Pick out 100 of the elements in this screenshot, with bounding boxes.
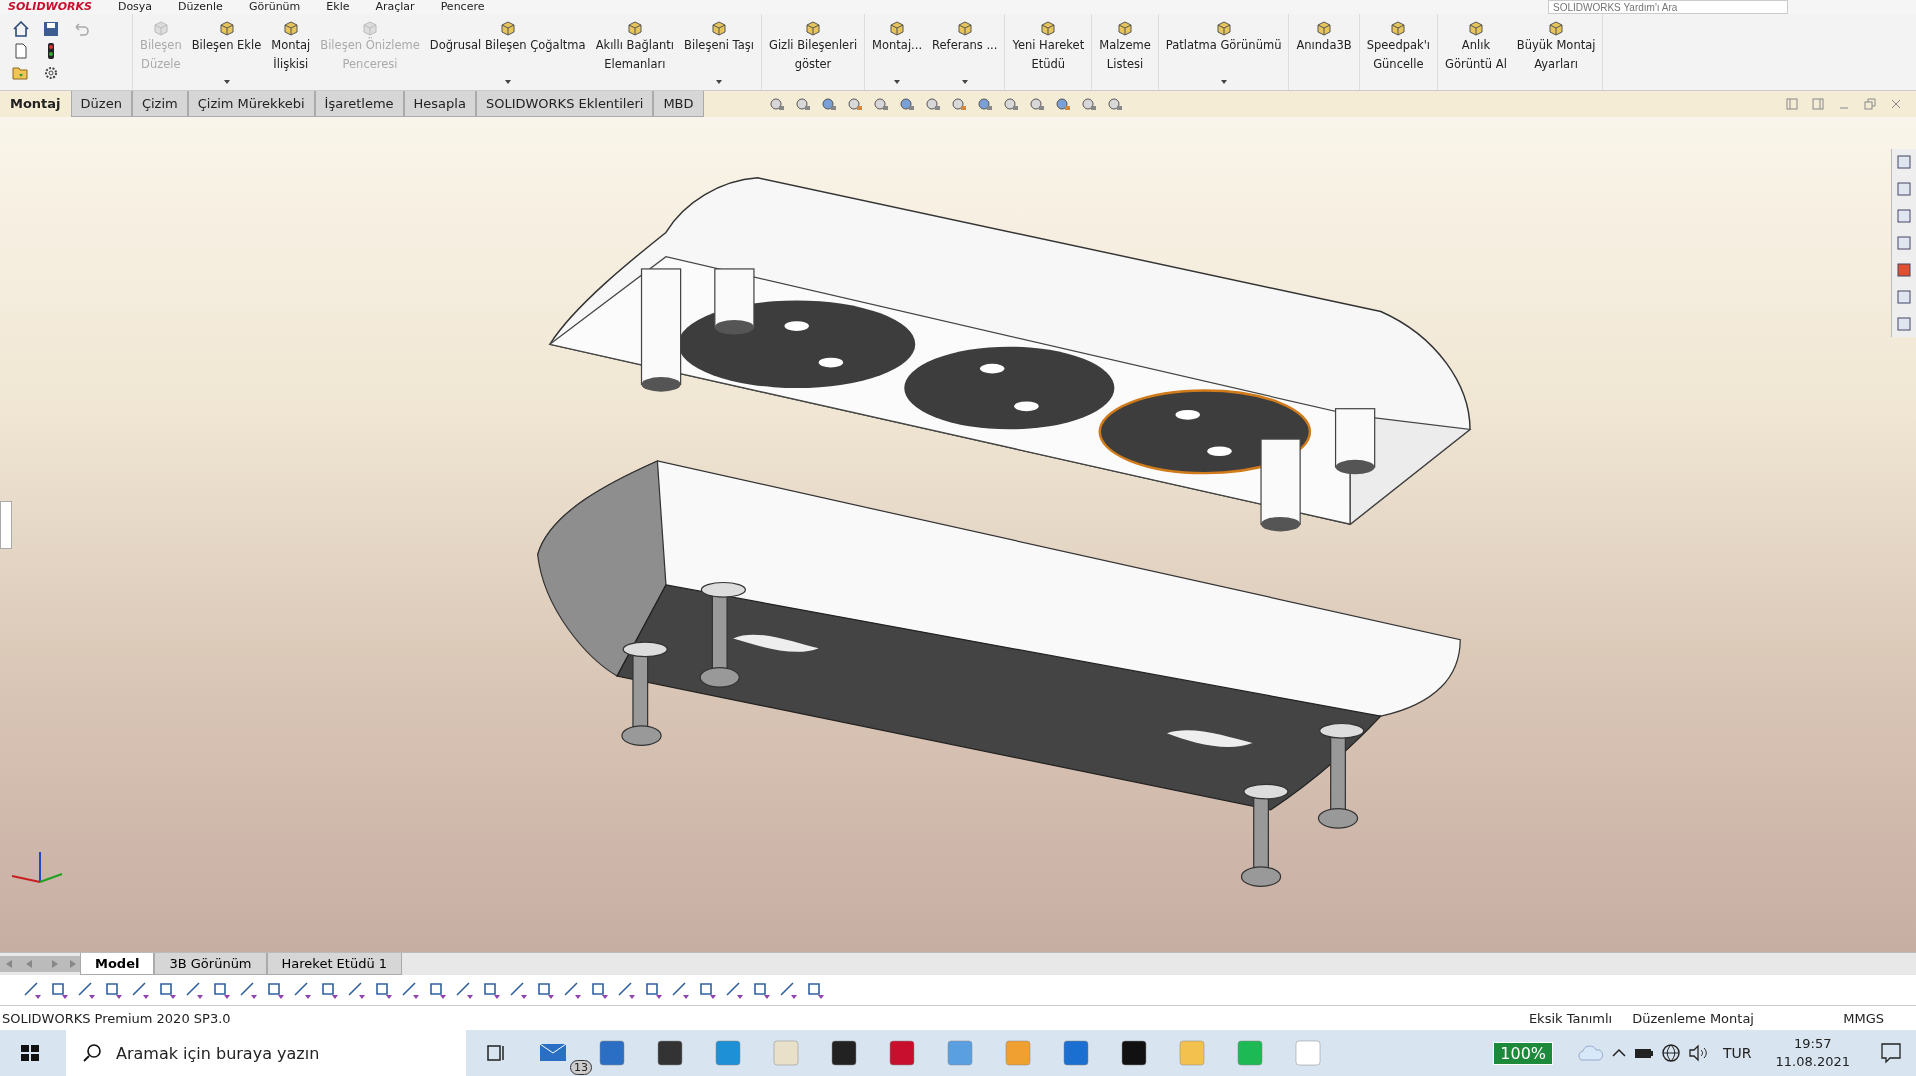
task-pane-icon[interactable] [1895, 315, 1913, 333]
command-tab[interactable]: SOLIDWORKS Eklentileri [475, 91, 654, 117]
view-tool-icon[interactable] [1027, 96, 1046, 112]
view-tool-icon[interactable] [1105, 96, 1124, 112]
task-pane-icon[interactable] [1895, 180, 1913, 198]
ribbon-button[interactable]: Doğrusal Bileşen Çoğaltma [424, 14, 591, 90]
ribbon-button[interactable]: Büyük Montaj Ayarları [1511, 14, 1601, 90]
view-tool-icon[interactable] [871, 96, 890, 112]
units-selector[interactable]: MMGS [1774, 1010, 1910, 1026]
toolbar-icon[interactable] [697, 980, 717, 1000]
toolbar-icon[interactable] [805, 980, 825, 1000]
task-pane-icon[interactable] [1895, 261, 1913, 279]
menu-item[interactable]: Düzenle [178, 0, 223, 14]
ribbon-button[interactable]: Yeni Hareket Etüdü [1007, 14, 1090, 90]
toolbar-icon[interactable] [643, 980, 663, 1000]
settings-icon[interactable] [42, 65, 60, 81]
task-pane-icon[interactable] [1895, 234, 1913, 252]
menu-item[interactable]: Ekle [326, 0, 350, 14]
menu-item[interactable]: Araçlar [375, 0, 415, 14]
taskbar-search-field[interactable]: Aramak için buraya yazın [66, 1030, 466, 1076]
command-tab[interactable]: Hesapla [403, 91, 476, 117]
view-tool-icon[interactable] [949, 96, 968, 112]
toolbar-icon[interactable] [346, 980, 366, 1000]
ribbon-button[interactable]: Malzeme Listesi [1094, 14, 1156, 90]
task-pane-icon[interactable] [1895, 153, 1913, 171]
task-pane-icon[interactable] [1895, 288, 1913, 306]
ribbon-button[interactable]: Bileşeni Taşı [679, 14, 759, 90]
toolbar-icon[interactable] [400, 980, 420, 1000]
view-tool-icon[interactable] [819, 96, 838, 112]
view-tool-icon[interactable] [1079, 96, 1098, 112]
command-tab[interactable]: MBD [653, 91, 704, 117]
toolbar-icon[interactable] [616, 980, 636, 1000]
command-tab[interactable]: Düzen [70, 91, 132, 117]
ribbon-button[interactable]: Montaj... [867, 14, 928, 90]
ribbon-button[interactable]: Bileşen Ekle [186, 14, 267, 90]
view-tool-icon[interactable] [793, 96, 812, 112]
save-icon[interactable] [42, 21, 60, 37]
view-tool-icon[interactable] [767, 96, 786, 112]
ribbon-button[interactable]: Montaj İlişkisi [266, 14, 316, 90]
toolbar-icon[interactable] [184, 980, 204, 1000]
toolbar-icon[interactable] [535, 980, 555, 1000]
clock-time[interactable]: 19:57 [1794, 1035, 1832, 1053]
toolbar-icon[interactable] [319, 980, 339, 1000]
toolbar-icon[interactable] [373, 980, 393, 1000]
model-tab[interactable]: Hareket Etüdü 1 [266, 953, 403, 975]
view-tool-icon[interactable] [845, 96, 864, 112]
toolbar-icon[interactable] [103, 980, 123, 1000]
toolbar-icon[interactable] [751, 980, 771, 1000]
menu-item[interactable]: Pencere [440, 0, 485, 14]
toolbar-icon[interactable] [562, 980, 582, 1000]
model-tab[interactable]: 3B Görünüm [154, 953, 267, 975]
toolbar-icon[interactable] [238, 980, 258, 1000]
toolbar-icon[interactable] [427, 980, 447, 1000]
menu-item[interactable]: Dosya [117, 0, 153, 14]
language-indicator[interactable]: TUR [1723, 1045, 1752, 1061]
app-icon[interactable] [1120, 1039, 1148, 1067]
toolbar-icon[interactable] [508, 980, 528, 1000]
toolbar-icon[interactable] [76, 980, 96, 1000]
toolbar-icon[interactable] [292, 980, 312, 1000]
toolbar-icon[interactable] [22, 980, 42, 1000]
close-icon[interactable] [1890, 98, 1902, 110]
menu-item[interactable]: Görünüm [248, 0, 301, 14]
speaker-icon[interactable] [1687, 1043, 1710, 1063]
toolbar-icon[interactable] [670, 980, 690, 1000]
ribbon-button[interactable]: Patlatma Görünümü [1160, 14, 1287, 90]
command-tab[interactable]: Çizim Mürekkebi [187, 91, 315, 117]
globe-icon[interactable] [1661, 1043, 1682, 1063]
view-tool-icon[interactable] [1001, 96, 1020, 112]
app-icon[interactable] [656, 1039, 684, 1067]
view-tool-icon[interactable] [1053, 96, 1072, 112]
search-input[interactable]: Aramak için buraya yazın [114, 1042, 448, 1064]
ribbon-button[interactable]: Referans ... [927, 14, 1003, 90]
ribbon-button[interactable]: Gizli Bileşenleri göster [764, 14, 863, 90]
model-tab[interactable]: Model [80, 953, 155, 975]
toolbar-icon[interactable] [157, 980, 177, 1000]
new-document-icon[interactable] [12, 43, 30, 59]
clock-date[interactable]: 11.08.2021 [1775, 1053, 1850, 1071]
toolbar-icon[interactable] [589, 980, 609, 1000]
app-icon[interactable] [830, 1039, 858, 1067]
toolbar-icon[interactable] [481, 980, 501, 1000]
view-tool-icon[interactable] [897, 96, 916, 112]
ribbon-button[interactable]: Akıllı Bağlantı Elemanları [590, 14, 680, 90]
toolbar-icon[interactable] [778, 980, 798, 1000]
ribbon-button[interactable]: Anında3B [1291, 14, 1357, 90]
ribbon-button[interactable]: Anlık Görüntü Al [1440, 14, 1512, 90]
task-pane-icon[interactable] [1895, 207, 1913, 225]
tile-left-icon[interactable] [1786, 98, 1798, 110]
home-icon[interactable] [12, 21, 30, 37]
toolbar-icon[interactable] [211, 980, 231, 1000]
ribbon-button[interactable]: Speedpak'ı Güncelle [1361, 14, 1436, 90]
command-tab[interactable]: İşaretleme [314, 91, 404, 117]
open-folder-icon[interactable] [12, 65, 30, 81]
command-tab[interactable]: Çizim [131, 91, 188, 117]
view-tool-icon[interactable] [975, 96, 994, 112]
toolbar-icon[interactable] [130, 980, 150, 1000]
toolbar-icon[interactable] [265, 980, 285, 1000]
tile-right-icon[interactable] [1812, 98, 1824, 110]
view-tool-icon[interactable] [923, 96, 942, 112]
toolbar-icon[interactable] [454, 980, 474, 1000]
toolbar-icon[interactable] [49, 980, 69, 1000]
